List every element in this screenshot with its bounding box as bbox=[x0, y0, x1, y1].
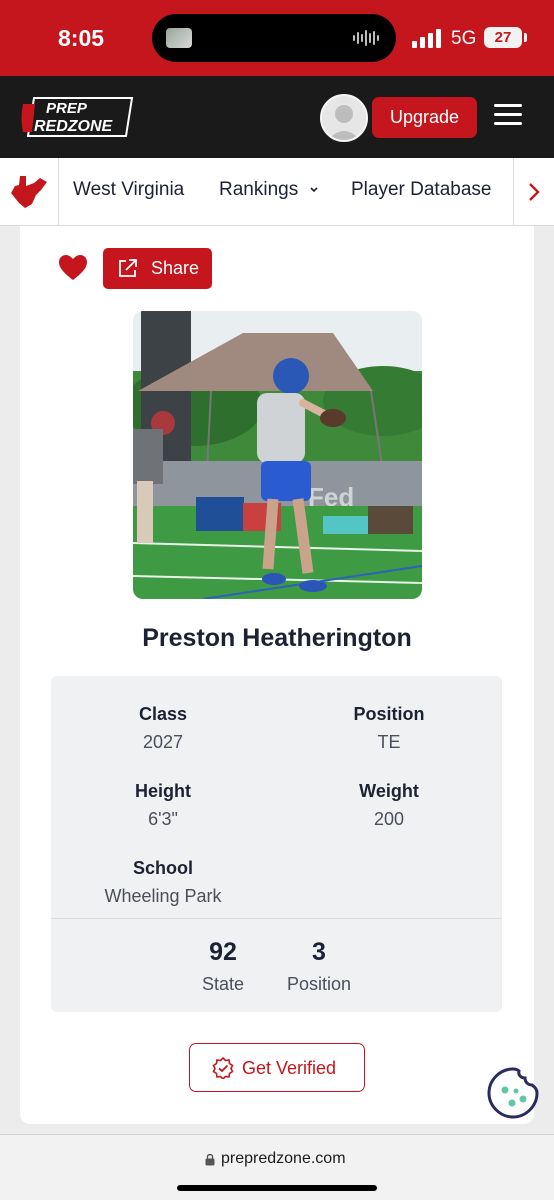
audio-wave-icon bbox=[353, 30, 379, 46]
favorite-heart-icon[interactable] bbox=[58, 254, 88, 282]
hamburger-menu-icon[interactable] bbox=[494, 104, 522, 128]
status-time: 8:05 bbox=[58, 25, 105, 51]
chevron-down-icon bbox=[309, 187, 318, 193]
position-label: Position bbox=[353, 704, 425, 724]
logo-line1: PREP bbox=[46, 100, 88, 117]
state-rank-value: 92 bbox=[209, 938, 237, 966]
logo-line2: REDZONE bbox=[34, 118, 114, 135]
stats-divider bbox=[51, 918, 502, 919]
nav-item-player-database[interactable]: Player Database bbox=[351, 179, 491, 201]
lock-icon bbox=[205, 1153, 215, 1166]
player-photo: Fed bbox=[133, 311, 422, 599]
nav-rankings-label: Rankings bbox=[219, 179, 299, 200]
height-value: 6'3" bbox=[148, 809, 178, 829]
position-rank-value: 3 bbox=[312, 938, 326, 966]
position-rank-label: Position bbox=[286, 974, 352, 994]
position-value: TE bbox=[377, 732, 401, 752]
user-silhouette-icon bbox=[327, 105, 361, 140]
get-verified-label: Get Verified bbox=[242, 1058, 337, 1078]
upgrade-button[interactable]: Upgrade bbox=[372, 97, 477, 138]
share-label: Share bbox=[151, 258, 200, 278]
network-type: 5G bbox=[451, 28, 477, 49]
player-name: Preston Heatherington bbox=[142, 624, 412, 652]
class-label: Class bbox=[138, 704, 188, 724]
nav-item-rankings[interactable]: Rankings bbox=[219, 179, 320, 201]
nav-divider bbox=[513, 158, 514, 226]
prep-redzone-logo[interactable]: PREP REDZONE bbox=[20, 96, 136, 138]
browser-url-bar[interactable]: prepredzone.com bbox=[0, 1134, 554, 1200]
external-link-icon bbox=[119, 259, 137, 277]
weight-value: 200 bbox=[373, 809, 405, 829]
state-nav: West Virginia Rankings Player Database bbox=[0, 158, 554, 226]
school-label: School bbox=[132, 858, 193, 878]
home-indicator[interactable] bbox=[177, 1185, 377, 1191]
get-verified-button[interactable]: Get Verified bbox=[189, 1043, 365, 1092]
now-playing-thumbnail bbox=[166, 28, 192, 48]
cell-signal-icon bbox=[412, 29, 441, 48]
user-avatar[interactable] bbox=[320, 94, 368, 142]
nav-item-west-virginia[interactable]: West Virginia bbox=[73, 179, 184, 201]
status-bar: 8:05 5G 27 bbox=[0, 0, 554, 76]
url-text: prepredzone.com bbox=[221, 1150, 346, 1167]
share-button[interactable]: Share bbox=[103, 248, 212, 289]
chevron-right-icon[interactable] bbox=[524, 178, 544, 206]
battery-tip bbox=[524, 33, 527, 42]
verified-badge-icon bbox=[212, 1057, 234, 1079]
battery-icon: 27 bbox=[484, 27, 522, 48]
player-stats-panel: Class 2027 Position TE Height 6'3" Weigh… bbox=[51, 676, 502, 1012]
state-rank-label: State bbox=[201, 974, 245, 994]
app-header: PREP REDZONE Upgrade bbox=[0, 76, 554, 158]
class-value: 2027 bbox=[142, 732, 184, 752]
cookie-settings-icon[interactable] bbox=[486, 1066, 540, 1120]
height-label: Height bbox=[135, 781, 191, 801]
west-virginia-map-icon[interactable] bbox=[10, 174, 48, 210]
weight-label: Weight bbox=[359, 781, 419, 801]
school-value[interactable]: Wheeling Park bbox=[63, 886, 263, 907]
nav-divider bbox=[58, 158, 59, 226]
dynamic-island bbox=[152, 14, 396, 62]
player-profile-card: Share Fed Preston Heatherington Class 20… bbox=[20, 226, 534, 1124]
